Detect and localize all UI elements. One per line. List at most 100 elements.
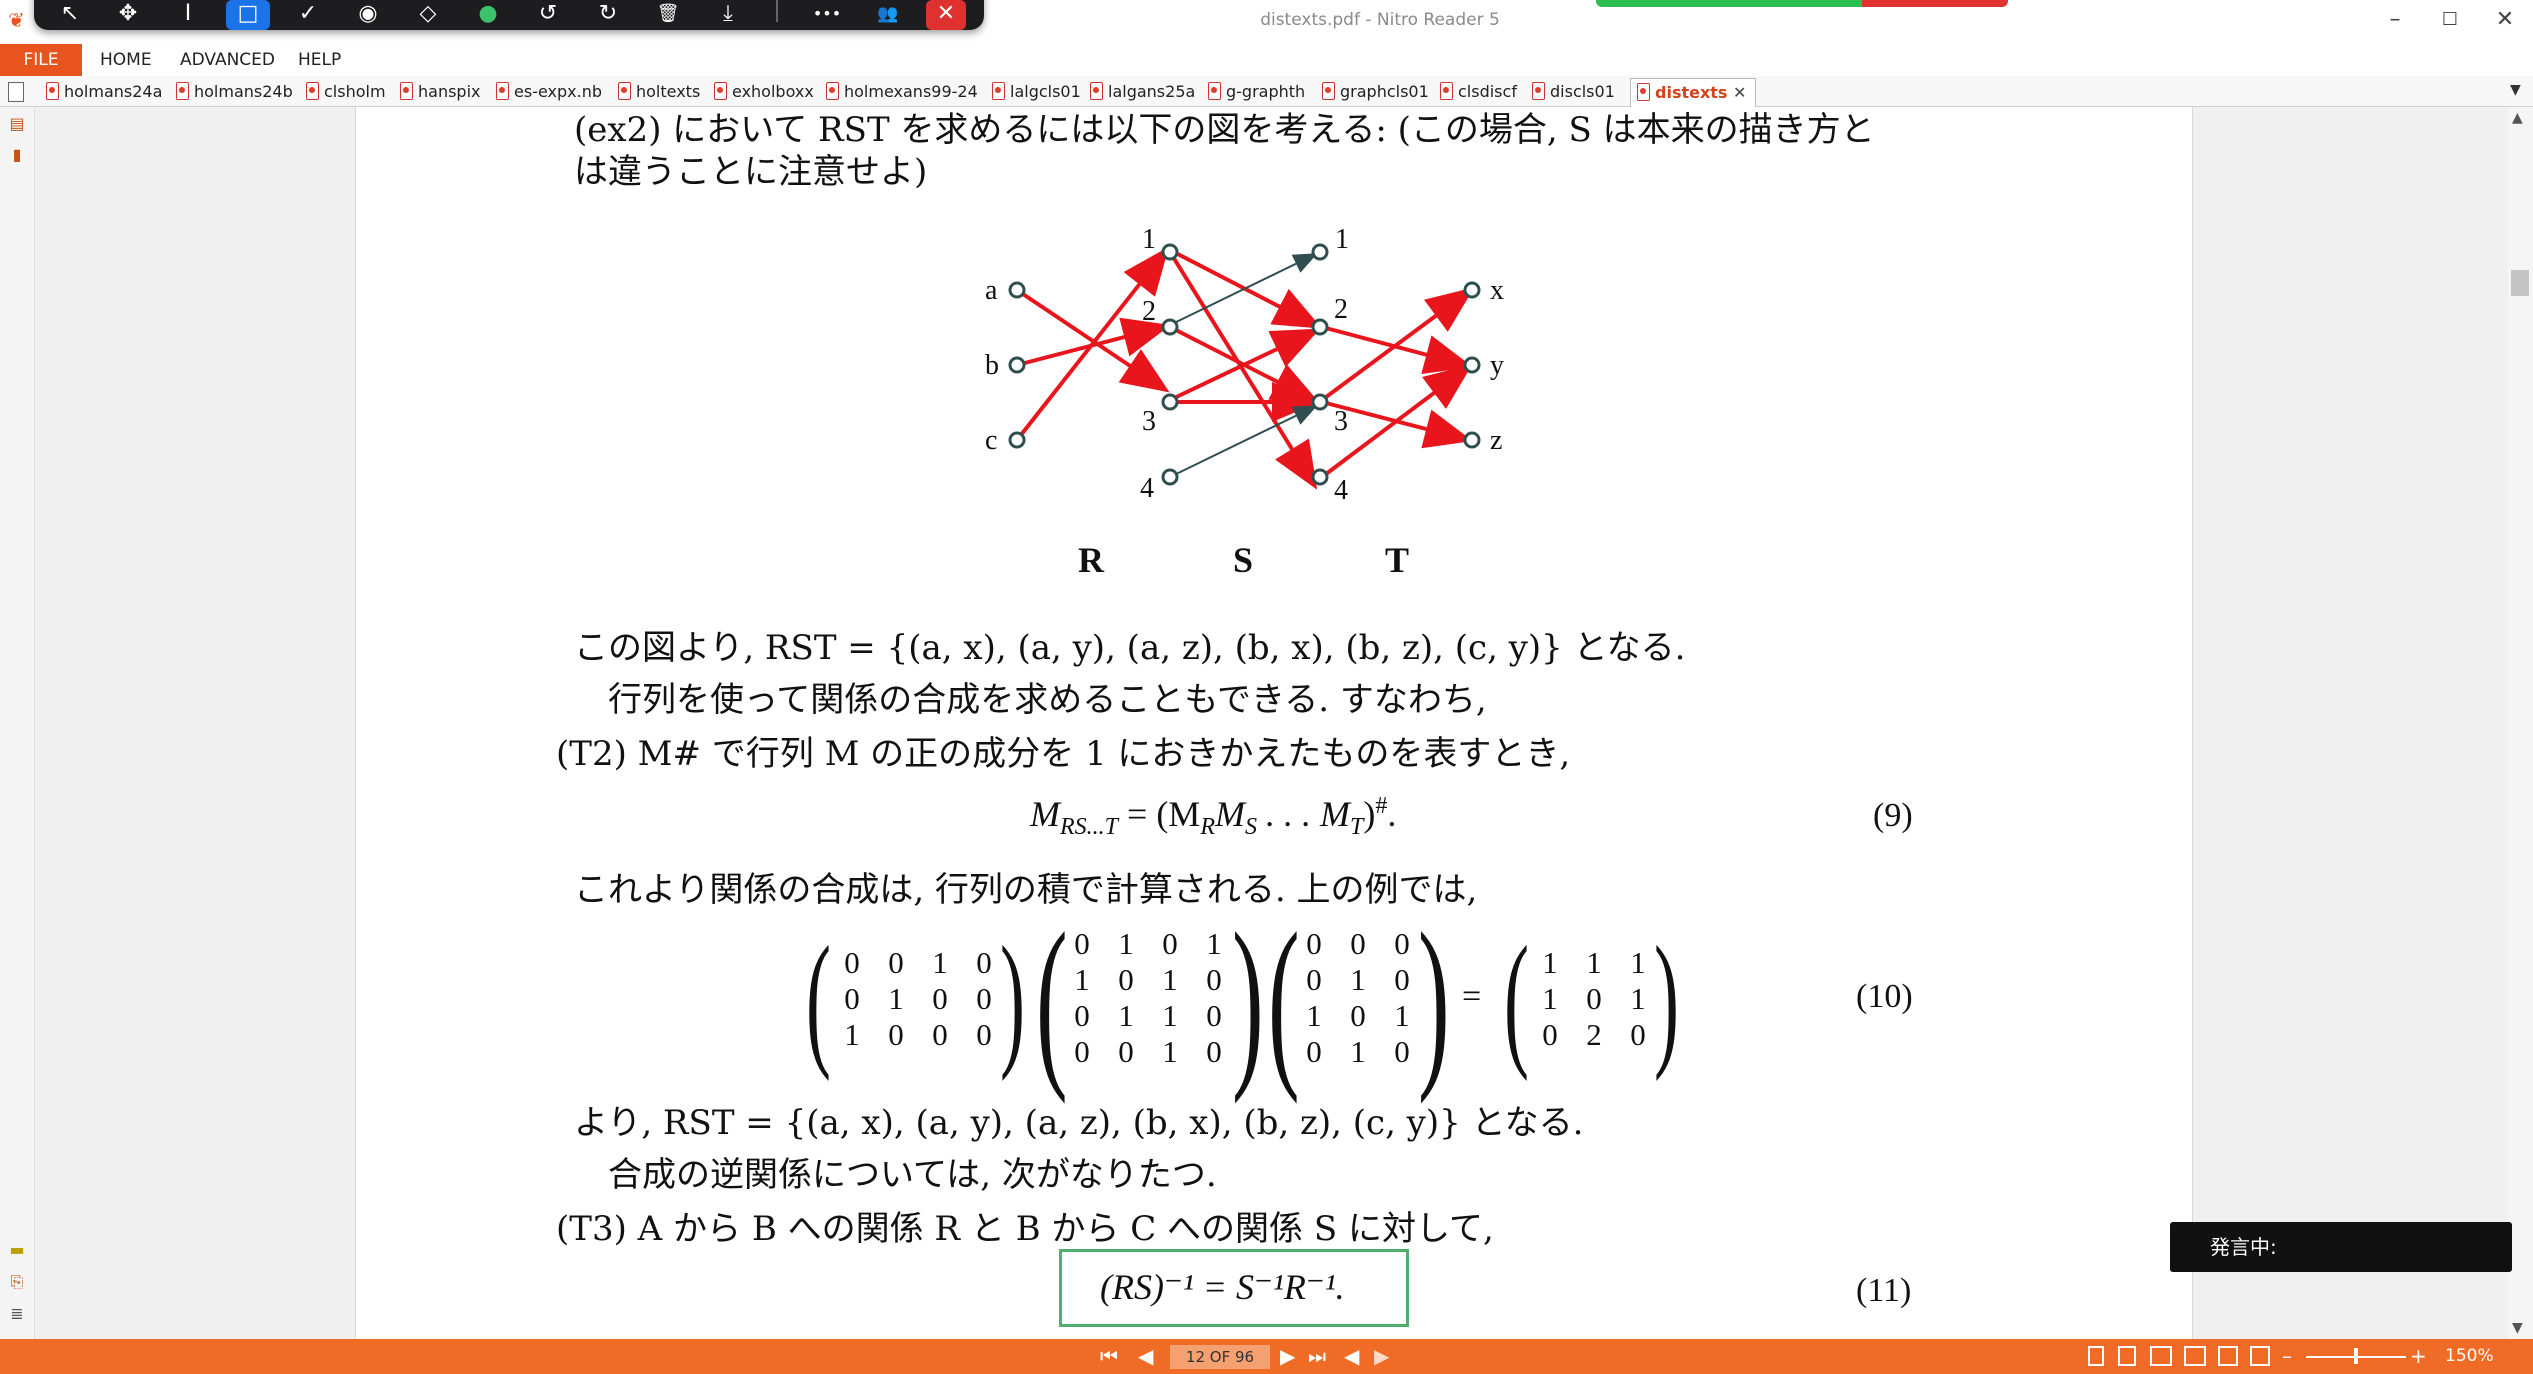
node-c xyxy=(1008,431,1026,449)
tab-holmans24b[interactable]: holmans24b xyxy=(176,78,293,106)
facing-continuous-view-icon[interactable] xyxy=(2184,1346,2206,1366)
pdf-icon xyxy=(1090,82,1103,100)
rectangle-tool-icon[interactable]: □ xyxy=(226,0,270,30)
trash-icon[interactable]: 🗑 xyxy=(646,0,690,30)
zoom-in-button[interactable]: + xyxy=(2410,1339,2427,1374)
doc-matrix-example: これより関係の合成は, 行列の積で計算される. 上の例では, xyxy=(574,870,1478,910)
tabs-dropdown-icon[interactable]: ▼ xyxy=(2510,82,2521,98)
stamp-icon[interactable]: ◉ xyxy=(346,0,390,30)
select-arrow-icon[interactable]: ↖ xyxy=(48,0,92,30)
pdf-icon xyxy=(1440,82,1453,100)
equation-11: (RS)⁻¹ = S⁻¹R⁻¹. xyxy=(1100,1267,1345,1307)
matrix-cell: 1 xyxy=(1350,962,1366,997)
equation-10-number: (10) xyxy=(1856,978,1913,1015)
matrix-cell: 0 xyxy=(1118,962,1134,997)
right-background xyxy=(2192,107,2508,1339)
pages-panel-icon[interactable]: ▤ xyxy=(7,114,27,136)
pdf-icon xyxy=(306,82,319,100)
label-s1: 1 xyxy=(1142,224,1156,255)
matrix-cell: 1 xyxy=(1118,998,1134,1033)
single-page-view-icon[interactable] xyxy=(2088,1346,2104,1366)
label-t1: 1 xyxy=(1335,224,1349,255)
zoom-level[interactable]: 150% xyxy=(2445,1339,2494,1374)
menu-advanced[interactable]: ADVANCED xyxy=(180,44,275,76)
doc-matrix-intro: 行列を使って関係の合成を求めることもできる. すなわち, xyxy=(608,680,1487,720)
node-s2 xyxy=(1161,318,1179,336)
comments-panel-icon[interactable]: ▬ xyxy=(7,1240,27,1262)
next-view-button[interactable]: ▶ xyxy=(1374,1339,1389,1374)
minimize-button[interactable]: – xyxy=(2365,0,2425,40)
doc-rst-result: この図より, RST = {(a, x), (a, y), (a, z), (b… xyxy=(574,628,1686,668)
menu-file[interactable]: FILE xyxy=(0,44,82,76)
matrix-cell: 0 xyxy=(1162,926,1178,961)
toolbar-divider xyxy=(776,0,778,22)
label-s3: 3 xyxy=(1142,406,1156,437)
color-dot-icon[interactable]: ● xyxy=(466,0,510,30)
pdf-icon xyxy=(176,82,189,100)
tab-holmans24a[interactable]: holmans24a xyxy=(46,78,162,106)
pdf-icon xyxy=(826,82,839,100)
matrix1-left-paren: ( xyxy=(806,916,831,1082)
page-list-icon[interactable] xyxy=(8,82,24,102)
more-icon[interactable]: ••• xyxy=(805,0,849,30)
fit-width-icon[interactable] xyxy=(2218,1346,2238,1366)
user-icon[interactable]: 👥 xyxy=(866,0,910,30)
menu-help[interactable]: HELP xyxy=(298,44,341,76)
matrix3-right-paren: ) xyxy=(1418,895,1450,1105)
node-a xyxy=(1008,281,1026,299)
matrix-cell: 0 xyxy=(1306,926,1322,961)
maximize-button[interactable]: ☐ xyxy=(2420,0,2480,40)
tab-clsholm[interactable]: clsholm xyxy=(306,78,386,106)
tab-hanspix[interactable]: hanspix xyxy=(400,78,481,106)
node-y xyxy=(1463,356,1481,374)
close-toolbar-icon[interactable]: ✕ xyxy=(926,0,966,30)
last-page-button[interactable]: ⏭ xyxy=(1308,1339,1326,1374)
scroll-down-icon[interactable]: ▼ xyxy=(2512,1320,2523,1336)
matrix-cell: 1 xyxy=(1206,926,1222,961)
matrix-cell: 0 xyxy=(1206,962,1222,997)
eraser-icon[interactable]: ◇ xyxy=(406,0,450,30)
label-x: x xyxy=(1490,275,1504,306)
matrix-cell: 0 xyxy=(1586,981,1602,1016)
matrix-cell: 1 xyxy=(1118,926,1134,961)
pdf-icon xyxy=(1637,83,1650,101)
matrix2-right-paren: ) xyxy=(1232,895,1264,1105)
output-panel-icon[interactable]: ≣ xyxy=(7,1304,27,1326)
undo-icon[interactable]: ↺ xyxy=(526,0,570,30)
next-page-button[interactable]: ▶ xyxy=(1280,1339,1295,1374)
menu-home[interactable]: HOME xyxy=(100,44,152,76)
matrix-cell: 1 xyxy=(1162,962,1178,997)
matrix-cell: 1 xyxy=(1350,1034,1366,1069)
bookmarks-panel-icon[interactable]: ▮ xyxy=(7,145,27,167)
pdf-icon xyxy=(1208,82,1221,100)
previous-view-button[interactable]: ◀ xyxy=(1344,1339,1359,1374)
matrix1-right-paren: ) xyxy=(1000,916,1025,1082)
node-t3 xyxy=(1311,393,1329,411)
first-page-button[interactable]: ⏮ xyxy=(1100,1339,1118,1374)
continuous-view-icon[interactable] xyxy=(2118,1346,2136,1366)
matrix-cell: 1 xyxy=(1542,945,1558,980)
attachments-panel-icon[interactable]: ⎘ xyxy=(7,1272,27,1294)
scroll-up-icon[interactable]: ▲ xyxy=(2512,110,2523,126)
scroll-thumb[interactable] xyxy=(2511,270,2529,296)
zoom-slider-thumb[interactable] xyxy=(2354,1348,2358,1364)
move-icon[interactable]: ✥ xyxy=(106,0,150,30)
zoom-out-button[interactable]: – xyxy=(2282,1339,2292,1374)
text-cursor-icon[interactable]: I xyxy=(166,0,210,30)
matrix4-left-paren: ( xyxy=(1504,916,1529,1082)
label-T: T xyxy=(1385,540,1409,580)
fit-page-icon[interactable] xyxy=(2250,1346,2270,1366)
matrix-cell: 1 xyxy=(1162,1034,1178,1069)
pdf-icon xyxy=(618,82,631,100)
page-number-field[interactable]: 12 OF 96 xyxy=(1170,1345,1270,1369)
matrix-cell: 1 xyxy=(932,945,948,980)
matrix-cell: 0 xyxy=(1350,998,1366,1033)
download-icon[interactable]: ⤓ xyxy=(706,0,750,30)
facing-view-icon[interactable] xyxy=(2150,1346,2172,1366)
check-icon[interactable]: ✓ xyxy=(286,0,330,30)
close-window-button[interactable]: ✕ xyxy=(2475,0,2533,40)
prev-page-button[interactable]: ◀ xyxy=(1138,1339,1153,1374)
arrow-4-3 xyxy=(1169,405,1318,478)
redo-icon[interactable]: ↻ xyxy=(586,0,630,30)
tab-close-icon[interactable]: ✕ xyxy=(1733,83,1746,102)
